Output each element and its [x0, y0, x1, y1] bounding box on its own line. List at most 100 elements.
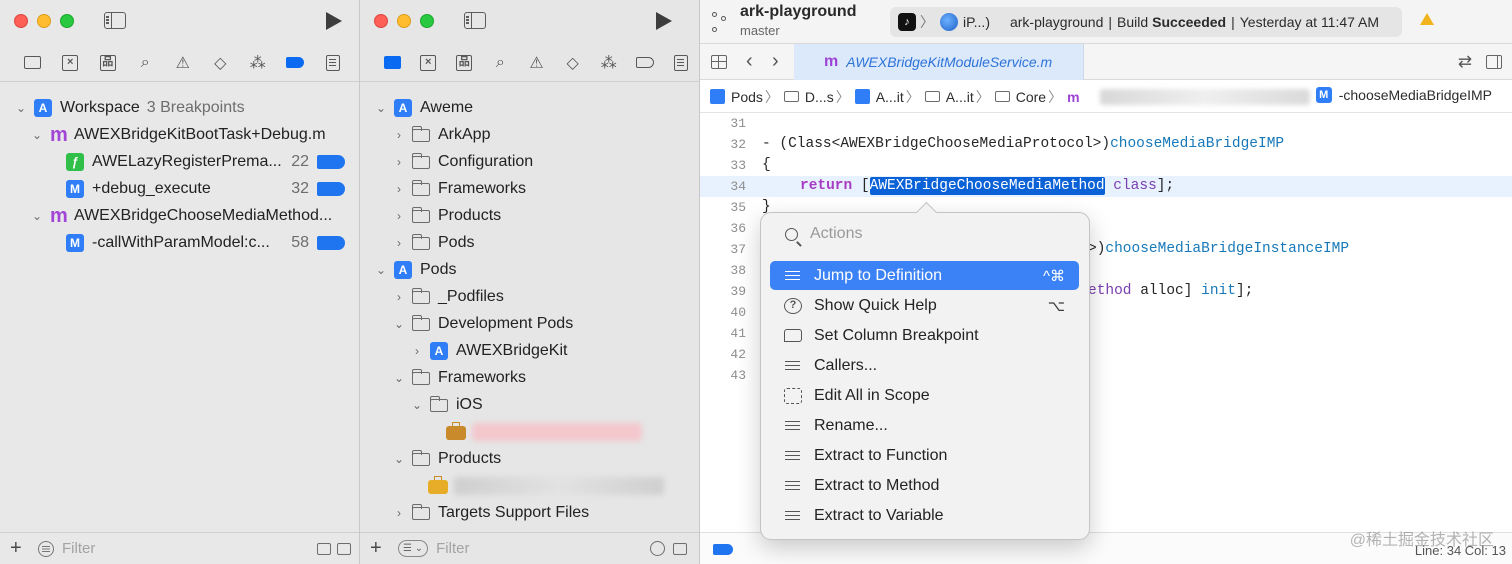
simulator-icon[interactable] — [940, 13, 958, 31]
editor-tab-active[interactable]: m AWEXBridgeKitModuleService.m — [794, 44, 1084, 80]
symbol-navigator-tab[interactable]: 品 — [89, 44, 127, 82]
disclosure-closed-icon[interactable]: › — [392, 290, 406, 304]
zoom-window-button[interactable] — [60, 14, 74, 28]
selected-symbol[interactable]: AWEXBridgeChooseMediaMethod — [869, 177, 1105, 195]
disclosure-closed-icon[interactable]: › — [392, 128, 406, 142]
tree-item-product-blurred[interactable] — [360, 472, 699, 499]
close-window-button[interactable] — [14, 14, 28, 28]
disclosure-closed-icon[interactable]: › — [392, 506, 406, 520]
project-name[interactable]: ark-playground — [740, 3, 856, 21]
menu-item-show-quick-help[interactable]: ? Show Quick Help ⌥ — [770, 291, 1079, 320]
disclosure-open-icon[interactable]: ⌄ — [374, 101, 388, 115]
source-control-filter-icon[interactable] — [673, 543, 687, 555]
branch-name[interactable]: master — [740, 23, 780, 38]
related-items-icon[interactable] — [711, 55, 727, 69]
swap-icon[interactable]: ⇄ — [1458, 52, 1472, 72]
disclosure-open-icon[interactable]: ⌄ — [392, 452, 406, 466]
forward-chevron-icon[interactable]: › — [772, 50, 779, 73]
breakpoint-flag-icon[interactable] — [317, 154, 345, 169]
test-navigator-tab[interactable]: ◇ — [555, 44, 591, 82]
tree-item-development-pods[interactable]: ⌄ Development Pods — [360, 310, 699, 337]
warning-icon[interactable] — [1420, 13, 1434, 25]
code-line[interactable]: 32 - (Class<AWEXBridgeChooseMediaProtocol… — [700, 134, 1512, 155]
disclosure-closed-icon[interactable]: › — [392, 155, 406, 169]
close-window-button[interactable] — [374, 14, 388, 28]
actions-search[interactable]: Actions — [785, 225, 862, 243]
filter-input[interactable]: Filter — [436, 540, 469, 557]
issue-navigator-tab[interactable]: ⚠ — [164, 44, 202, 82]
source-control-navigator-tab[interactable]: × — [52, 44, 90, 82]
jumpbar-item[interactable]: D...s — [805, 89, 834, 105]
tree-item-frameworks-pods[interactable]: ⌄ Frameworks — [360, 364, 699, 391]
jumpbar-item[interactable]: Pods — [731, 89, 763, 105]
breakpoint-navigator-tab[interactable] — [627, 44, 663, 82]
disclosure-open-icon[interactable]: ⌄ — [30, 128, 44, 142]
find-navigator-tab[interactable]: ⌕ — [127, 44, 165, 82]
breakpoint-navigator-tab[interactable] — [277, 44, 315, 82]
back-chevron-icon[interactable]: ‹ — [746, 50, 753, 73]
toggle-enabled-icon[interactable] — [317, 543, 331, 555]
code-line[interactable]: 31 — [700, 113, 1512, 134]
disclosure-open-icon[interactable]: ⌄ — [392, 317, 406, 331]
disclosure-open-icon[interactable]: ⌄ — [30, 209, 44, 223]
disclosure-closed-icon[interactable]: › — [392, 236, 406, 250]
breakpoints-toggle-icon[interactable] — [713, 544, 733, 555]
tree-item-pods-project[interactable]: ⌄ A Pods — [360, 256, 699, 283]
tree-item-aweme[interactable]: ⌄ A Aweme — [360, 94, 699, 121]
tree-item-awexbridgekit[interactable]: › A AWEXBridgeKit — [360, 337, 699, 364]
filter-input[interactable]: Filter — [62, 540, 95, 557]
sidebar-toggle-icon[interactable] — [464, 12, 486, 29]
breakpoint-row[interactable]: ƒ AWELazyRegisterPrema... 22 — [0, 148, 359, 175]
project-navigator-tab[interactable] — [14, 44, 52, 82]
recent-files-icon[interactable] — [650, 541, 665, 556]
tree-item-podfiles[interactable]: › _Podfiles — [360, 283, 699, 310]
breakpoint-file-row[interactable]: ⌄ m AWEXBridgeKitBootTask+Debug.m — [0, 121, 359, 148]
breakpoint-row[interactable]: M -callWithParamModel:c... 58 — [0, 229, 359, 256]
jumpbar-item[interactable]: A...it — [946, 89, 974, 105]
report-navigator-tab[interactable] — [314, 44, 352, 82]
debug-navigator-tab[interactable]: ⁂ — [239, 44, 277, 82]
run-destination[interactable]: iP...) — [963, 14, 990, 30]
debug-navigator-tab[interactable]: ⁂ — [591, 44, 627, 82]
tree-item-targets-support-files[interactable]: › Targets Support Files — [360, 499, 699, 526]
branch-icon[interactable] — [712, 12, 726, 32]
run-button[interactable] — [326, 12, 342, 30]
disclosure-open-icon[interactable]: ⌄ — [392, 371, 406, 385]
disclosure-open-icon[interactable]: ⌄ — [410, 398, 424, 412]
disclosure-open-icon[interactable]: ⌄ — [374, 263, 388, 277]
tree-item-ios[interactable]: ⌄ iOS — [360, 391, 699, 418]
code-line[interactable]: 33 { — [700, 155, 1512, 176]
tree-item-framework-blurred[interactable] — [360, 418, 699, 445]
tree-item-pods-folder[interactable]: › Pods — [360, 229, 699, 256]
disclosure-closed-icon[interactable]: › — [410, 344, 424, 358]
workspace-row[interactable]: ⌄ A Workspace 3 Breakpoints — [0, 94, 359, 121]
activity-status-bar[interactable]: ♪ 〉 iP...) ark-playground | Build Succee… — [890, 7, 1402, 37]
menu-item-rename[interactable]: Rename... — [770, 411, 1079, 440]
disclosure-open-icon[interactable]: ⌄ — [14, 101, 28, 115]
symbol-navigator-tab[interactable]: 品 — [446, 44, 482, 82]
source-control-navigator-tab[interactable]: × — [410, 44, 446, 82]
find-navigator-tab[interactable]: ⌕ — [482, 44, 518, 82]
tree-item-configuration[interactable]: › Configuration — [360, 148, 699, 175]
tree-item-frameworks[interactable]: › Frameworks — [360, 175, 699, 202]
app-scheme-icon[interactable]: ♪ — [898, 13, 916, 31]
zoom-window-button[interactable] — [420, 14, 434, 28]
menu-item-set-column-breakpoint[interactable]: Set Column Breakpoint — [770, 321, 1079, 350]
disclosure-closed-icon[interactable]: › — [392, 209, 406, 223]
jumpbar-method[interactable]: M -chooseMediaBridgeIMP — [1315, 87, 1492, 103]
actions-search-placeholder[interactable]: Actions — [810, 225, 862, 243]
menu-item-extract-to-variable[interactable]: Extract to Variable — [770, 501, 1079, 530]
breakpoint-flag-icon[interactable] — [317, 235, 345, 250]
menu-item-edit-all-in-scope[interactable]: Edit All in Scope — [770, 381, 1079, 410]
filter-options-icon[interactable] — [38, 540, 54, 557]
tree-item-arkapp[interactable]: › ArkApp — [360, 121, 699, 148]
breakpoint-row[interactable]: M +debug_execute 32 — [0, 175, 359, 202]
minimize-window-button[interactable] — [397, 14, 411, 28]
breakpoint-flag-icon[interactable] — [317, 181, 345, 196]
toggle-filter-icon[interactable] — [337, 543, 351, 555]
menu-item-jump-to-definition[interactable]: Jump to Definition ^⌘ — [770, 261, 1079, 290]
project-navigator-tab[interactable] — [374, 44, 410, 82]
disclosure-closed-icon[interactable]: › — [392, 182, 406, 196]
test-navigator-tab[interactable]: ◇ — [202, 44, 240, 82]
tree-item-products[interactable]: › Products — [360, 202, 699, 229]
